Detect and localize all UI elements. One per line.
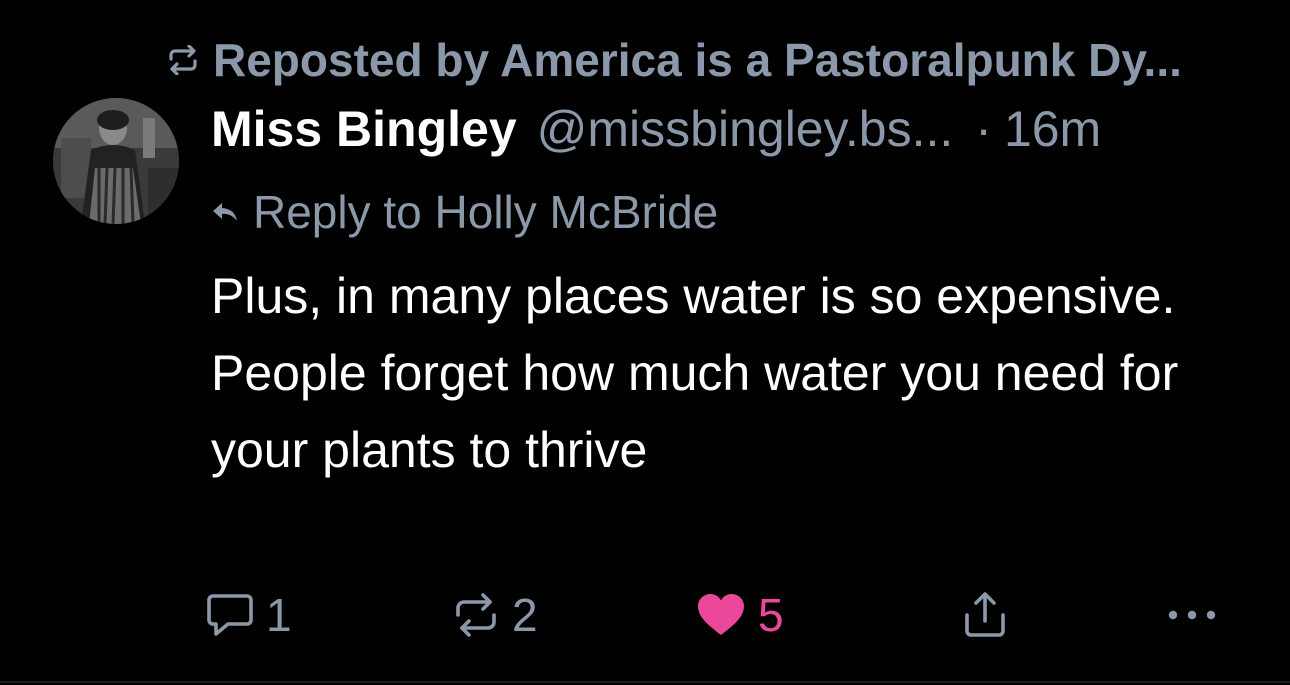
like-count: 5 (758, 589, 784, 641)
reply-arrow-icon (213, 203, 237, 221)
author-name[interactable]: Miss Bingley (211, 100, 517, 158)
reply-to-indicator[interactable]: Reply to Holly McBride (211, 182, 718, 242)
more-options-button[interactable] (1166, 585, 1218, 645)
repost-icon (456, 593, 496, 637)
repost-count: 2 (512, 589, 538, 641)
like-button[interactable]: 5 (696, 585, 784, 645)
reply-to-text: Reply to Holly McBride (253, 186, 719, 238)
post-header: Miss Bingley @missbingley.bs... · 16m (211, 100, 1286, 164)
share-icon (965, 592, 1005, 637)
post-time[interactable]: 16m (1004, 100, 1101, 158)
repost-icon (169, 45, 197, 75)
share-button[interactable] (962, 585, 1008, 645)
avatar[interactable] (53, 98, 179, 224)
reply-count: 1 (266, 589, 292, 641)
divider (0, 681, 1290, 683)
post[interactable]: Reposted by America is a Pastoralpunk Dy… (0, 0, 1290, 685)
reply-button[interactable]: 1 (206, 585, 292, 645)
author-handle[interactable]: @missbingley.bs... (537, 100, 954, 158)
repost-button[interactable]: 2 (452, 585, 538, 645)
comment-icon (207, 594, 253, 636)
avatar-photo (53, 98, 179, 224)
heart-icon (698, 594, 744, 635)
post-text: Plus, in many places water is so expensi… (211, 268, 1179, 478)
repost-indicator[interactable]: Reposted by America is a Pastoralpunk Dy… (165, 30, 1285, 90)
separator-dot: · (975, 101, 992, 157)
action-bar: 1 2 5 (206, 585, 1236, 645)
more-icon (1168, 610, 1216, 620)
repost-text: Reposted by America is a Pastoralpunk Dy… (213, 34, 1182, 86)
